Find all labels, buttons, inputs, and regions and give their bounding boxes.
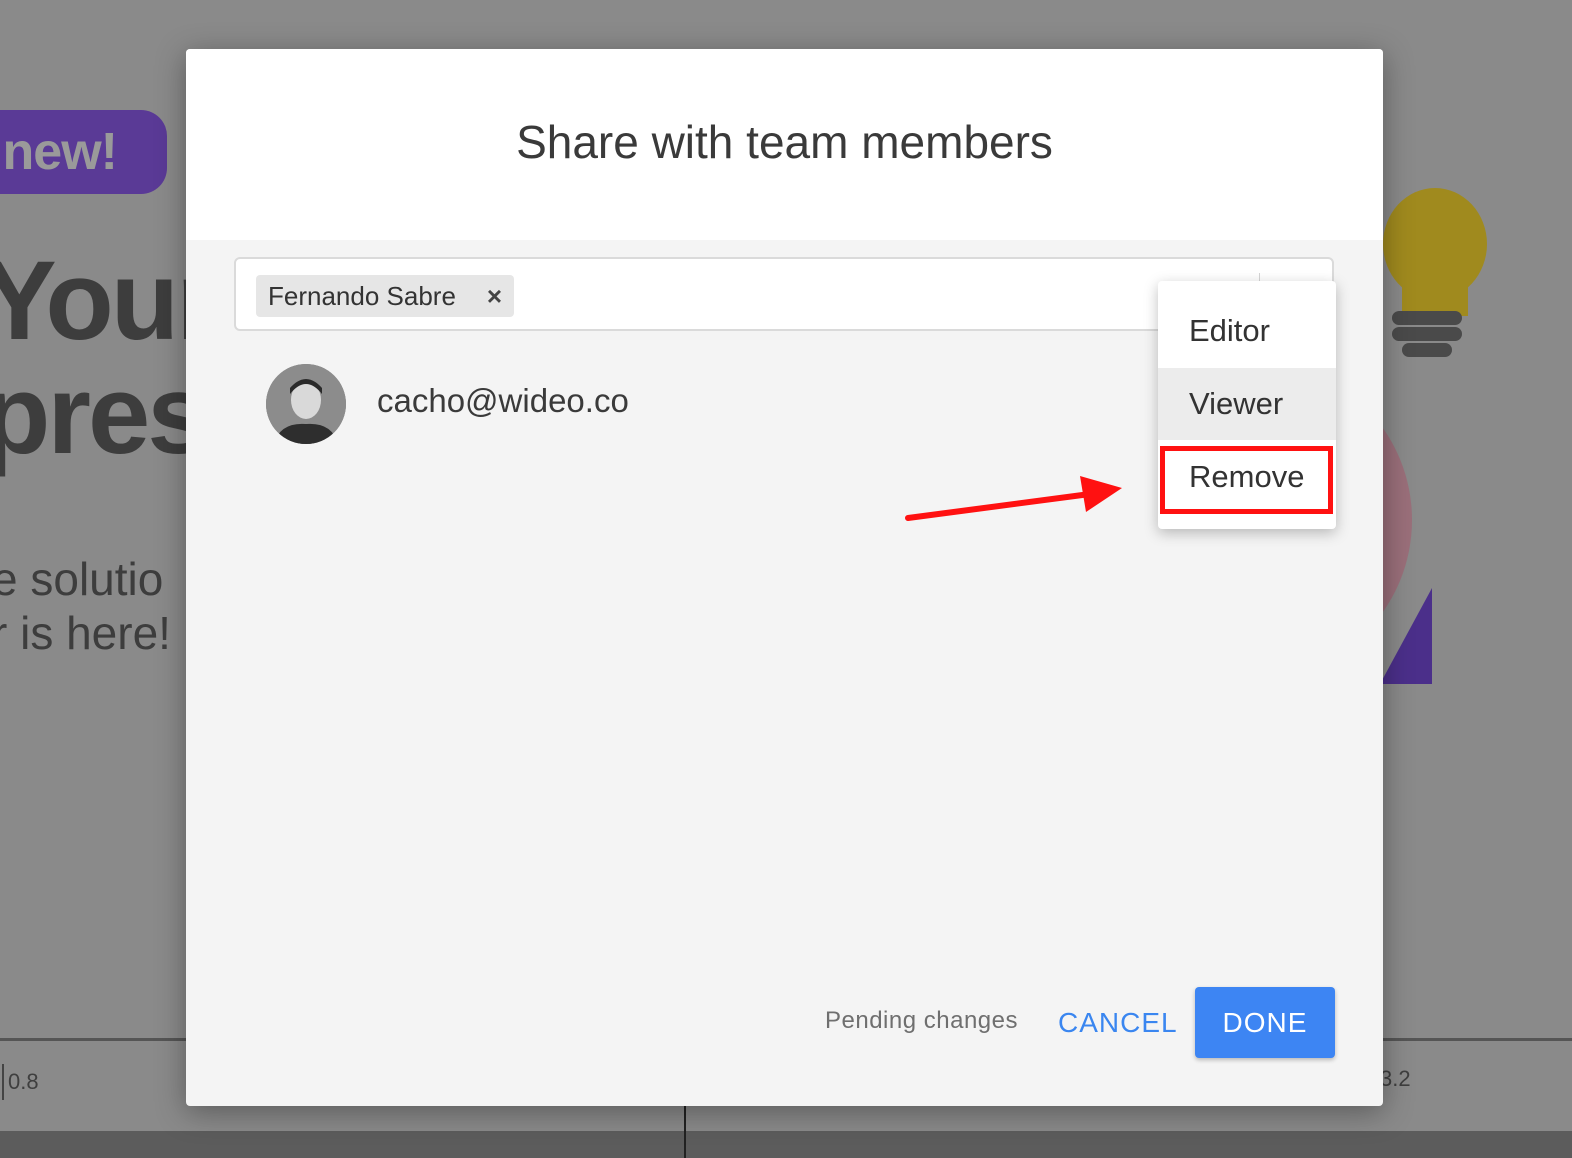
slide-subtitle-line2: r is here! [0, 607, 171, 659]
dialog-title: Share with team members [516, 116, 1053, 168]
recipient-chip-label: Fernando Sabre [268, 281, 456, 311]
done-button[interactable]: DONE [1195, 987, 1335, 1058]
annotation-arrow-icon [905, 476, 1122, 521]
person-avatar-icon [266, 364, 346, 444]
slide-headline-line1: Your [0, 238, 220, 363]
recipient-chip: Fernando Sabre × [256, 275, 514, 317]
avatar [266, 364, 346, 444]
cancel-button[interactable]: CANCEL [1052, 1000, 1184, 1044]
timeline-tick-left: 0.8 [2, 1064, 39, 1100]
pending-changes-status: Pending changes [825, 1007, 1018, 1034]
dialog-header: Share with team members [186, 49, 1383, 240]
remove-highlight-box [1160, 446, 1333, 514]
menu-item-viewer[interactable]: Viewer [1158, 368, 1336, 440]
slide-subtitle-line1: e solutio [0, 553, 164, 605]
member-email: cacho@wideo.co [377, 382, 629, 419]
slide-triangle-shape [1380, 588, 1432, 684]
share-dialog: Share with team members Fernando Sabre ×… [186, 49, 1383, 1106]
timeline-playhead [684, 1105, 686, 1158]
menu-item-editor[interactable]: Editor [1158, 295, 1336, 367]
new-badge: new! [0, 110, 167, 194]
timeline-tick-right: 3.2 [1380, 1066, 1411, 1091]
member-row: cacho@wideo.co [266, 364, 1166, 444]
timeline-ruler [0, 1131, 1572, 1158]
lightbulb-icon [1383, 188, 1487, 357]
chip-remove-icon[interactable]: × [487, 275, 502, 317]
